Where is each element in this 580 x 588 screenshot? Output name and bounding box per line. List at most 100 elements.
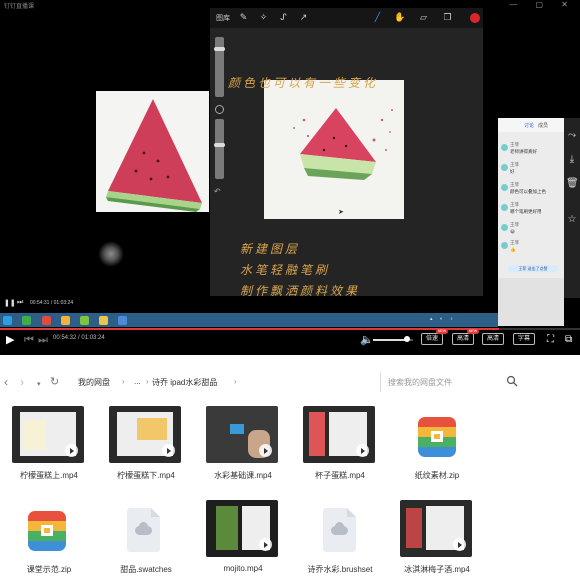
file-item[interactable]: 水彩基础课.mp4: [194, 406, 292, 488]
reference-image: [96, 91, 209, 212]
procreate-side-rail: ↶: [213, 37, 225, 205]
avatar: [501, 144, 508, 151]
download-icon[interactable]: ⤓: [566, 154, 578, 166]
avatar: [501, 242, 508, 249]
app-icon[interactable]: [80, 316, 89, 325]
speed-button[interactable]: 倍速 NEW: [421, 329, 448, 345]
os-taskbar: ▴ ◐ ♪: [0, 313, 498, 327]
search-placeholder: 搜索我的网盘文件: [388, 378, 452, 387]
new-badge: NEW: [466, 329, 479, 334]
handwritten-note: 颜色也可以有一些变化: [228, 76, 379, 90]
eraser-icon: ▱: [420, 12, 427, 22]
video-player[interactable]: 钉钉直播课 — ▢ ✕ 图库 ✎ ✧ ᔑ ↗ ╱ ✋ ▱ ❐ ↶ ➤ 颜色也可以…: [0, 0, 580, 355]
file-item[interactable]: 课堂示范.zip: [0, 500, 98, 582]
breadcrumb-ellipsis[interactable]: ...: [134, 377, 141, 386]
video-thumbnail: [109, 406, 181, 463]
zip-icon: [418, 417, 456, 457]
quality-button[interactable]: 高清 NEW: [452, 329, 479, 345]
brush-size-slider: [214, 37, 225, 97]
smudge-icon: ✋: [394, 12, 406, 22]
hd-button[interactable]: 高清: [482, 333, 504, 345]
video-thumbnail: [303, 406, 375, 463]
file-item[interactable]: 杯子蛋糕.mp4: [291, 406, 389, 488]
avatar: [501, 204, 508, 211]
video-thumbnail: [206, 500, 278, 557]
app-icon[interactable]: [61, 316, 70, 325]
volume-fill: [373, 339, 407, 341]
breadcrumb-separator: ›: [146, 377, 149, 386]
window-title: 钉钉直播课: [4, 4, 35, 10]
breadcrumb-root[interactable]: 我的网盘: [78, 377, 110, 388]
delete-icon[interactable]: 🗑: [566, 178, 579, 190]
back-icon[interactable]: ‹: [4, 375, 8, 389]
avatar: [501, 224, 508, 231]
file-item[interactable]: mojito.mp4: [194, 500, 292, 582]
window-controls[interactable]: — ▢ ✕: [509, 0, 576, 9]
chat-message: 好: [510, 169, 515, 174]
file-icon: [127, 508, 160, 552]
chat-user: 王菲: [510, 240, 519, 245]
start-icon[interactable]: [3, 316, 12, 325]
tab-discussion[interactable]: 讨论: [524, 122, 534, 129]
file-name: 甜品.swatches: [120, 565, 172, 574]
handwritten-step-1: 新建图层: [240, 242, 301, 256]
file-item[interactable]: 柠檬蛋糕下.mp4: [97, 406, 195, 488]
chat-message: 👍: [510, 247, 516, 252]
speed-label: 倍速: [425, 336, 438, 342]
next-icon[interactable]: ⏭: [17, 299, 23, 307]
refresh-icon[interactable]: ↻: [50, 375, 59, 389]
play-icon: [356, 444, 369, 457]
chat-user: 王菲: [510, 202, 519, 207]
chat-message: 颜色可以叠加上色: [510, 189, 546, 194]
breadcrumb-separator: ›: [234, 377, 237, 386]
file-item[interactable]: 诗乔水彩.brushset: [291, 500, 389, 582]
selection-icon: ᔑ: [280, 12, 287, 22]
dropdown-icon[interactable]: ▾: [37, 378, 41, 392]
file-name: 诗乔水彩.brushset: [307, 565, 373, 574]
app-icon[interactable]: [118, 316, 127, 325]
hd-label: 高清: [486, 336, 499, 342]
forward-icon[interactable]: ›: [20, 375, 24, 389]
mini-time: 00:54:31 / 01:03:24: [30, 300, 74, 306]
breadcrumb-current[interactable]: 诗乔 ipad水彩甜品: [152, 377, 217, 388]
subtitle-button[interactable]: 字幕: [513, 333, 535, 345]
chat-tabs: 讨论 成员: [498, 118, 564, 132]
play-icon: [259, 444, 272, 457]
next-icon[interactable]: ⏭: [38, 334, 48, 346]
file-name: 课堂示范.zip: [26, 565, 72, 574]
file-item[interactable]: 冰淇淋梅子酒.mp4: [388, 500, 486, 582]
share-icon[interactable]: ⤳: [566, 130, 578, 142]
volume-icon[interactable]: 🔈: [360, 334, 374, 346]
file-item[interactable]: 纸纹素材.zip: [388, 406, 486, 488]
file-icon: [323, 508, 356, 552]
volume-knob[interactable]: [404, 336, 410, 342]
chat-input-area[interactable]: [498, 278, 564, 326]
transform-icon: ↗: [299, 12, 308, 22]
play-icon[interactable]: ▶: [6, 334, 14, 346]
fullscreen-icon[interactable]: ⛶: [547, 334, 554, 346]
file-item[interactable]: 甜品.swatches: [97, 500, 195, 582]
chat-user: 王菲: [510, 142, 519, 147]
handwritten-step-2: 水笔轻融笔刷: [240, 263, 331, 277]
subtitle-label: 字幕: [517, 336, 530, 342]
system-tray: ▴ ◐ ♪: [430, 316, 456, 322]
tab-members[interactable]: 成员: [538, 122, 548, 129]
app-icon[interactable]: [22, 316, 31, 325]
app-icon[interactable]: [42, 316, 51, 325]
modify-button-icon: [215, 105, 224, 114]
previous-icon[interactable]: ⏮: [24, 334, 34, 346]
quality-label: 高清: [456, 336, 469, 342]
search-icon[interactable]: [506, 375, 518, 387]
star-icon[interactable]: ☆: [566, 214, 578, 226]
touch-indicator: [98, 241, 124, 267]
app-icon[interactable]: [99, 316, 108, 325]
pip-icon[interactable]: ⧉: [565, 334, 572, 346]
chat-message: 哪个笔刷更好用: [510, 209, 542, 214]
new-badge: NEW: [435, 329, 448, 334]
chat-user: 王菲: [510, 222, 519, 227]
pause-icon[interactable]: ❚❚: [4, 299, 16, 307]
file-item[interactable]: 柠檬蛋糕上.mp4: [0, 406, 98, 488]
play-icon: [65, 444, 78, 457]
file-name: 水彩基础课.mp4: [214, 471, 272, 480]
zip-icon: [28, 511, 66, 551]
